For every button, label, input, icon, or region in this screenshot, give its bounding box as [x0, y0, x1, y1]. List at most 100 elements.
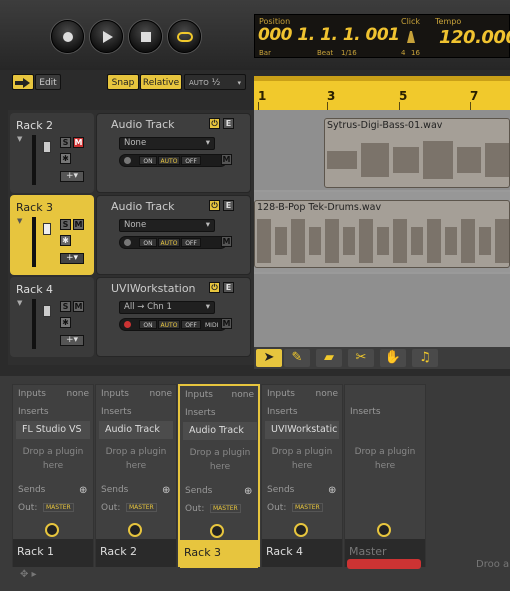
insert-arrow-button[interactable]: [12, 74, 34, 90]
add-send-icon[interactable]: ⊕: [328, 485, 336, 496]
strip-name[interactable]: Rack 3: [180, 540, 258, 568]
fx-asterisk-icon[interactable]: ✱: [60, 235, 71, 246]
add-send-icon[interactable]: ⊕: [244, 486, 252, 497]
volume-fader[interactable]: [43, 223, 51, 235]
monitor-on[interactable]: ON: [139, 156, 157, 165]
out-master-tag[interactable]: MASTER: [292, 503, 323, 512]
monitor-on[interactable]: ON: [139, 320, 157, 329]
monitor-off[interactable]: OFF: [181, 238, 201, 247]
out-master-tag[interactable]: MASTER: [210, 504, 241, 513]
insert-slot[interactable]: Audio Track: [99, 421, 173, 439]
lane-rack4[interactable]: [254, 274, 510, 350]
track-header-3[interactable]: Audio Track ⏻ E None ▾ ON AUTO OFF M: [96, 195, 251, 275]
power-icon[interactable]: ⏻: [209, 200, 220, 211]
pan-knob[interactable]: [377, 523, 391, 537]
pan-knob[interactable]: [45, 523, 59, 537]
monitor-on[interactable]: ON: [139, 238, 157, 247]
record-arm-icon[interactable]: [124, 239, 131, 246]
fx-asterisk-icon[interactable]: ✱: [60, 317, 71, 328]
pan-knob[interactable]: [294, 523, 308, 537]
monitor-auto[interactable]: AUTO: [158, 238, 180, 247]
pointer-tool-icon[interactable]: ➤: [256, 349, 282, 367]
insert-slot[interactable]: Audio Track: [183, 422, 257, 440]
power-icon[interactable]: ⏻: [209, 118, 220, 129]
record-arm-icon[interactable]: [124, 321, 131, 328]
metronome-icon[interactable]: [405, 29, 417, 48]
add-icon[interactable]: +▾: [60, 171, 84, 182]
pan-knob[interactable]: [210, 524, 224, 538]
out-master-tag[interactable]: MASTER: [43, 503, 74, 512]
edit-e-button[interactable]: E: [223, 282, 234, 293]
collapse-icon[interactable]: ▼: [17, 217, 22, 225]
audio-clip-drums[interactable]: 128-B-Pop Tek-Drums.wav: [254, 200, 510, 268]
collapse-icon[interactable]: ▼: [17, 135, 22, 143]
monitor-off[interactable]: OFF: [181, 156, 201, 165]
collapse-icon[interactable]: ▼: [17, 299, 22, 307]
track-m-button[interactable]: M: [221, 318, 232, 329]
hand-tool-icon[interactable]: ✋: [380, 349, 406, 367]
track-m-button[interactable]: M: [221, 154, 232, 165]
rack-header-2[interactable]: Rack 2 ▼ S M ✱ +▾: [10, 113, 94, 193]
monitor-auto[interactable]: AUTO: [158, 156, 180, 165]
edit-e-button[interactable]: E: [223, 200, 234, 211]
volume-fader[interactable]: [43, 141, 51, 153]
tempo-value[interactable]: 120.000: [439, 27, 510, 48]
fx-asterisk-icon[interactable]: ✱: [60, 153, 71, 164]
monitor-auto[interactable]: AUTO: [158, 320, 180, 329]
input-select[interactable]: All → Chn 1 ▾: [119, 301, 215, 314]
power-icon[interactable]: ⏻: [209, 282, 220, 293]
mute-button[interactable]: M: [73, 301, 84, 312]
play-button[interactable]: [90, 20, 123, 53]
snap-button[interactable]: Snap: [107, 74, 139, 90]
position-value[interactable]: 000 1. 1. 1. 001: [258, 25, 400, 45]
edit-button[interactable]: Edit: [35, 74, 61, 90]
scissors-tool-icon[interactable]: ✂: [348, 349, 374, 367]
mute-button[interactable]: M: [73, 219, 84, 230]
edit-e-button[interactable]: E: [223, 118, 234, 129]
rack-name: Rack 4: [16, 283, 54, 296]
inputs-value[interactable]: none: [316, 389, 338, 399]
input-select[interactable]: None ▾: [119, 137, 215, 150]
loop-button[interactable]: [168, 20, 201, 53]
mute-button[interactable]: M: [73, 137, 84, 148]
track-m-button[interactable]: M: [221, 236, 232, 247]
add-icon[interactable]: +▾: [60, 253, 84, 264]
monitor-off[interactable]: OFF: [181, 320, 201, 329]
eraser-tool-icon[interactable]: ▰: [316, 349, 342, 367]
add-send-icon[interactable]: ⊕: [162, 485, 170, 496]
solo-button[interactable]: S: [60, 301, 71, 312]
inputs-label: Inputs: [101, 389, 129, 399]
volume-fader[interactable]: [43, 305, 51, 317]
pan-knob[interactable]: [128, 523, 142, 537]
grid-select[interactable]: AUTO ½ ▾: [184, 74, 246, 90]
solo-button[interactable]: S: [60, 219, 71, 230]
insert-slot[interactable]: UVIWorkstatic: [265, 421, 339, 439]
track-header-2[interactable]: Audio Track ⏻ E None ▾ ON AUTO OFF M: [96, 113, 251, 193]
inputs-value[interactable]: none: [150, 389, 172, 399]
record-button[interactable]: [51, 20, 84, 53]
add-icon[interactable]: +▾: [60, 335, 84, 346]
inputs-value[interactable]: none: [232, 390, 254, 400]
nav-arrows-icon[interactable]: ✥ ▸: [20, 569, 37, 580]
timeline-ruler[interactable]: 1 3 5 7: [254, 76, 510, 120]
rack-header-4[interactable]: Rack 4 ▼ S M ✱ +▾: [10, 277, 94, 357]
stop-button[interactable]: [129, 20, 162, 53]
add-send-icon[interactable]: ⊕: [79, 485, 87, 496]
input-select[interactable]: None ▾: [119, 219, 215, 232]
audio-clip-bass[interactable]: Sytrus-Digi-Bass-01.wav: [324, 118, 510, 188]
strip-name[interactable]: Rack 2: [96, 539, 176, 567]
arrangement-area[interactable]: Sytrus-Digi-Bass-01.wav 128-B-Pop Tek-Dr…: [254, 110, 510, 350]
out-label: Out:: [18, 503, 38, 513]
strip-name[interactable]: Rack 4: [262, 539, 342, 567]
track-header-4[interactable]: UVIWorkstation ⏻ E All → Chn 1 ▾ ON AUTO …: [96, 277, 251, 357]
solo-button[interactable]: S: [60, 137, 71, 148]
strip-name[interactable]: Rack 1: [13, 539, 93, 567]
out-master-tag[interactable]: MASTER: [126, 503, 157, 512]
pencil-tool-icon[interactable]: ✎: [284, 349, 310, 367]
insert-slot[interactable]: FL Studio VS: [16, 421, 90, 439]
record-arm-icon[interactable]: [124, 157, 131, 164]
relative-button[interactable]: Relative: [140, 74, 182, 90]
notes-tool-icon[interactable]: ♫: [412, 349, 438, 367]
rack-header-3[interactable]: Rack 3 ▼ S M ✱ +▾: [10, 195, 94, 275]
inputs-value[interactable]: none: [67, 389, 89, 399]
